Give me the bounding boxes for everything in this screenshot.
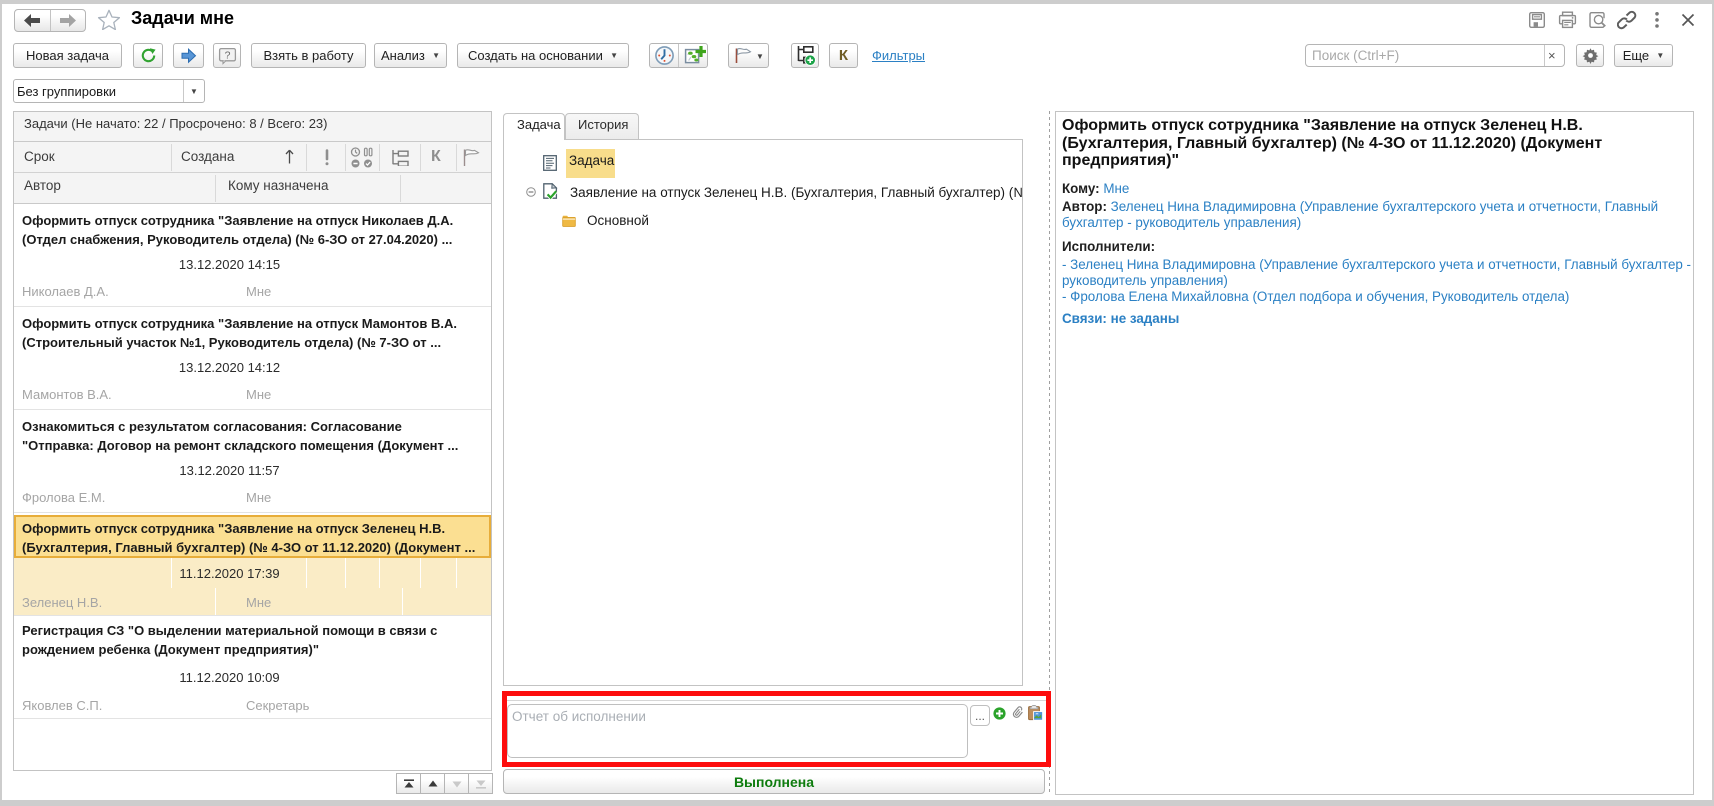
svg-text:?: ? [224,49,230,61]
